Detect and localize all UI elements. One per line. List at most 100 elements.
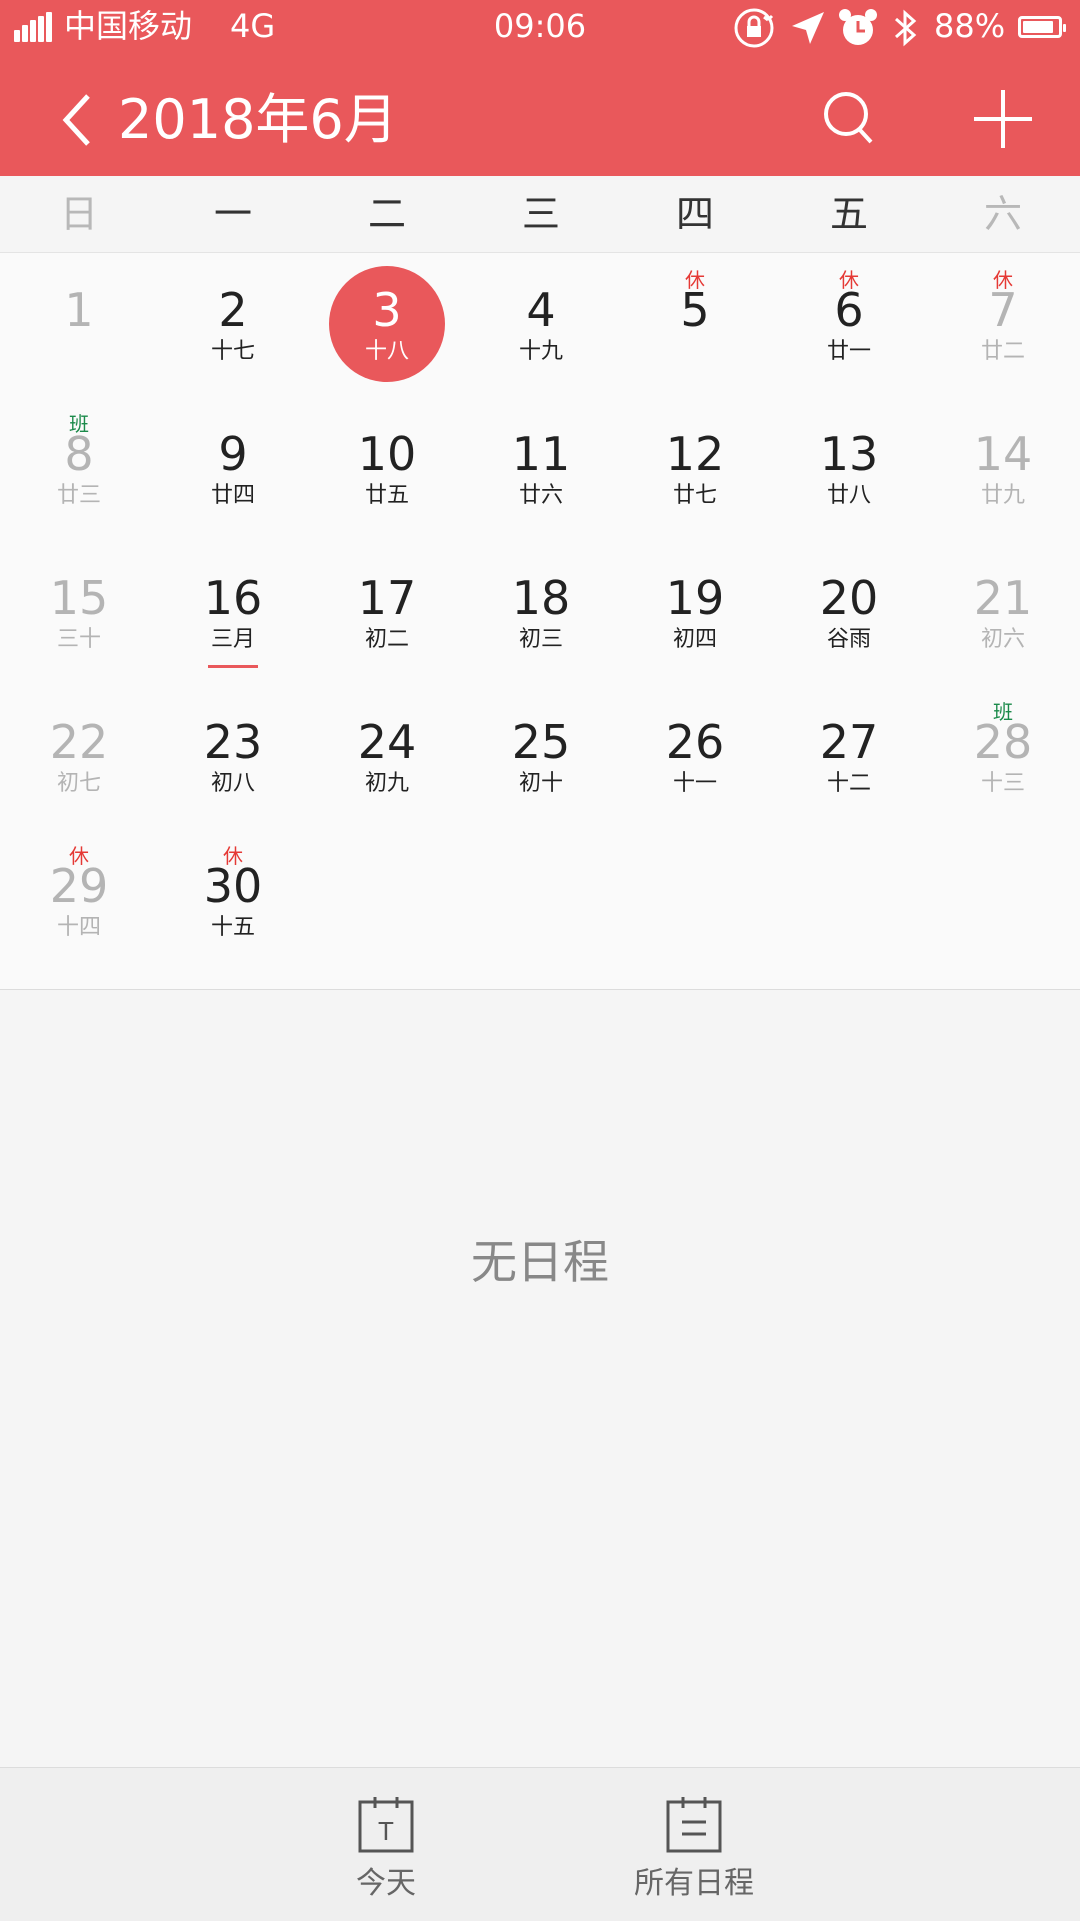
- lunar-date: 廿四: [210, 483, 255, 508]
- day-cell[interactable]: 班 8 廿三: [2, 397, 156, 541]
- weekday-wed: 三: [521, 192, 560, 236]
- bluetooth-icon: [895, 9, 917, 47]
- lunar-date: 谷雨: [826, 627, 871, 652]
- bottom-nav: T 今天 所有日程: [0, 1767, 1080, 1921]
- day-cell[interactable]: 班 28 十三: [926, 685, 1080, 829]
- day-cell[interactable]: 休 29 十四: [2, 829, 156, 973]
- lunar-date: 三十: [56, 627, 101, 652]
- day-cell[interactable]: 14 廿九: [926, 397, 1080, 541]
- day-cell[interactable]: 23 初八: [156, 685, 310, 829]
- all-schedules-label: 所有日程: [634, 1866, 754, 1901]
- day-cell[interactable]: 13 廿八: [772, 397, 926, 541]
- lunar-date: 廿六: [518, 483, 563, 508]
- day-cell[interactable]: 27 十二: [772, 685, 926, 829]
- day-number: 15: [49, 571, 109, 625]
- day-cell[interactable]: 25 初十: [464, 685, 618, 829]
- day-number: 21: [973, 571, 1033, 625]
- lunar-date: 初七: [56, 771, 101, 796]
- day-cell[interactable]: 24 初九: [310, 685, 464, 829]
- day-cell[interactable]: 18 初三: [464, 541, 618, 685]
- lunar-date: 十三: [980, 771, 1025, 796]
- lunar-date: 初三: [518, 627, 563, 652]
- day-cell[interactable]: 10 廿五: [310, 397, 464, 541]
- all-schedules-button[interactable]: 所有日程: [594, 1768, 794, 1921]
- day-number: 30: [203, 859, 263, 913]
- lunar-date: 廿九: [980, 483, 1025, 508]
- lunar-date: 十二: [826, 771, 871, 796]
- weekday-mon: 一: [213, 192, 252, 236]
- day-cell[interactable]: 3 十八: [310, 253, 464, 397]
- day-cell[interactable]: 4 十九: [464, 253, 618, 397]
- calendar-today-icon: T: [358, 1797, 414, 1853]
- today-icon-glyph: T: [378, 1816, 394, 1846]
- day-cell[interactable]: 休 7 廿二: [926, 253, 1080, 397]
- day-cell[interactable]: 休 6 廿一: [772, 253, 926, 397]
- day-number: 26: [665, 715, 725, 769]
- day-number: 25: [511, 715, 571, 769]
- day-number: 14: [973, 427, 1033, 481]
- day-cell[interactable]: 1: [2, 253, 156, 397]
- top-bar: 中国移动 4G 09:06 88% 2018年6月: [0, 0, 1080, 176]
- day-cell[interactable]: 2 十七: [156, 253, 310, 397]
- month-title[interactable]: 2018年6月: [118, 82, 398, 158]
- day-number: 11: [511, 427, 571, 481]
- location-icon: [792, 12, 824, 44]
- day-number: 13: [819, 427, 879, 481]
- day-number: 5: [680, 283, 710, 337]
- plus-icon[interactable]: [968, 84, 1038, 154]
- weekday-fri: 五: [829, 192, 868, 236]
- chevron-left-icon[interactable]: [52, 84, 102, 156]
- day-number: 29: [49, 859, 109, 913]
- lunar-date: 十七: [210, 339, 255, 364]
- day-cell[interactable]: 9 廿四: [156, 397, 310, 541]
- weekday-tue: 二: [367, 192, 406, 236]
- day-number: 20: [819, 571, 879, 625]
- lunar-date: 初八: [210, 771, 255, 796]
- day-number: 9: [218, 427, 248, 481]
- schedule-list-icon: [666, 1797, 722, 1853]
- day-cell[interactable]: 17 初二: [310, 541, 464, 685]
- day-cell[interactable]: 休5: [618, 253, 772, 397]
- lunar-date: 十一: [672, 771, 717, 796]
- day-cell[interactable]: 12 廿七: [618, 397, 772, 541]
- day-number: 19: [665, 571, 725, 625]
- lunar-date: 初四: [672, 627, 717, 652]
- day-cell[interactable]: 22 初七: [2, 685, 156, 829]
- lunar-date: 十九: [518, 339, 563, 364]
- alarm-icon: [839, 9, 877, 45]
- day-underline: [208, 665, 258, 668]
- lunar-date: 廿七: [672, 483, 717, 508]
- rotation-lock-icon: [734, 8, 774, 48]
- search-icon[interactable]: [816, 84, 886, 154]
- lunar-date: 十五: [210, 915, 255, 940]
- weekday-header: 日 一 二 三 四 五 六: [0, 176, 1080, 253]
- day-number: 24: [357, 715, 417, 769]
- day-cell[interactable]: 16 三月: [156, 541, 310, 685]
- day-cell[interactable]: 19 初四: [618, 541, 772, 685]
- day-cell[interactable]: 20 谷雨: [772, 541, 926, 685]
- lunar-date: 廿五: [364, 483, 409, 508]
- day-number: 22: [49, 715, 109, 769]
- day-cell[interactable]: 21 初六: [926, 541, 1080, 685]
- empty-schedule-text: 无日程: [471, 1235, 609, 1289]
- day-number: 17: [357, 571, 417, 625]
- day-number: 1: [64, 283, 94, 337]
- day-cell[interactable]: 26 十一: [618, 685, 772, 829]
- day-cell[interactable]: 休 30 十五: [156, 829, 310, 973]
- battery-percent: 88%: [934, 7, 1006, 45]
- day-number: 18: [511, 571, 571, 625]
- day-number: 28: [973, 715, 1033, 769]
- status-bar: 中国移动 4G 09:06 88%: [0, 0, 1080, 56]
- lunar-date: 初十: [518, 771, 563, 796]
- lunar-date: 三月: [210, 627, 255, 652]
- day-cell[interactable]: 11 廿六: [464, 397, 618, 541]
- lunar-date: 初九: [364, 771, 409, 796]
- today-button[interactable]: T 今天: [286, 1768, 486, 1921]
- day-cell[interactable]: 15 三十: [2, 541, 156, 685]
- day-number: 16: [203, 571, 263, 625]
- day-number: 27: [819, 715, 879, 769]
- day-number: 7: [988, 283, 1018, 337]
- weekday-sun: 日: [59, 192, 98, 236]
- lunar-date: 廿二: [980, 339, 1025, 364]
- day-number: 6: [834, 283, 864, 337]
